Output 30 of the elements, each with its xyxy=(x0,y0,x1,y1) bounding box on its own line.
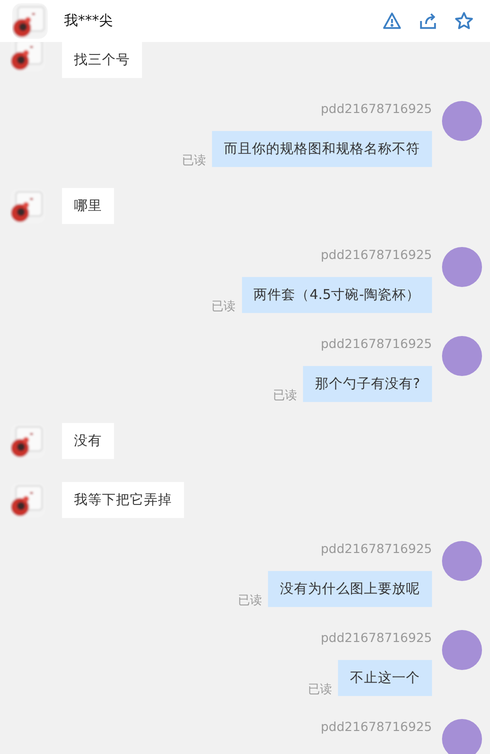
avatar xyxy=(442,336,482,376)
message-bubble: 找三个号 xyxy=(62,42,142,78)
sender-name: pdd21678716925 xyxy=(320,719,432,735)
avatar xyxy=(442,101,482,141)
read-status: 已读 xyxy=(238,593,262,607)
message-bubble: 我等下把它弄掉 xyxy=(62,482,184,518)
warning-icon[interactable] xyxy=(382,11,402,31)
message-bubble: 没有为什么图上要放呢 xyxy=(268,571,432,607)
share-icon[interactable] xyxy=(418,11,438,31)
avatar xyxy=(442,719,482,754)
sender-name: pdd21678716925 xyxy=(320,336,432,352)
avatar xyxy=(442,630,482,670)
message-bubble: 那个勺子有没有? xyxy=(302,366,432,402)
sender-name: pdd21678716925 xyxy=(320,541,432,557)
message-bubble: 没有 xyxy=(62,423,114,459)
read-status: 已读 xyxy=(308,682,332,696)
sender-name: pdd21678716925 xyxy=(320,101,432,117)
read-status: 已读 xyxy=(182,153,206,167)
read-status: 已读 xyxy=(212,299,236,313)
read-status: 已读 xyxy=(272,388,297,402)
contact-name: 我***尖 xyxy=(64,12,113,30)
avatar xyxy=(442,541,482,581)
avatar xyxy=(442,247,482,287)
message-bubble: 而且你的规格图和规格名称不符 xyxy=(212,131,432,167)
message-bubble: 两件套（4.5寸碗-陶瓷杯） xyxy=(242,277,432,313)
message-bubble: 哪里 xyxy=(62,188,114,224)
message-bubble: 不止这一个 xyxy=(338,660,432,696)
sender-name: pdd21678716925 xyxy=(320,247,432,263)
star-icon[interactable] xyxy=(454,11,474,31)
sender-name: pdd21678716925 xyxy=(320,630,432,646)
